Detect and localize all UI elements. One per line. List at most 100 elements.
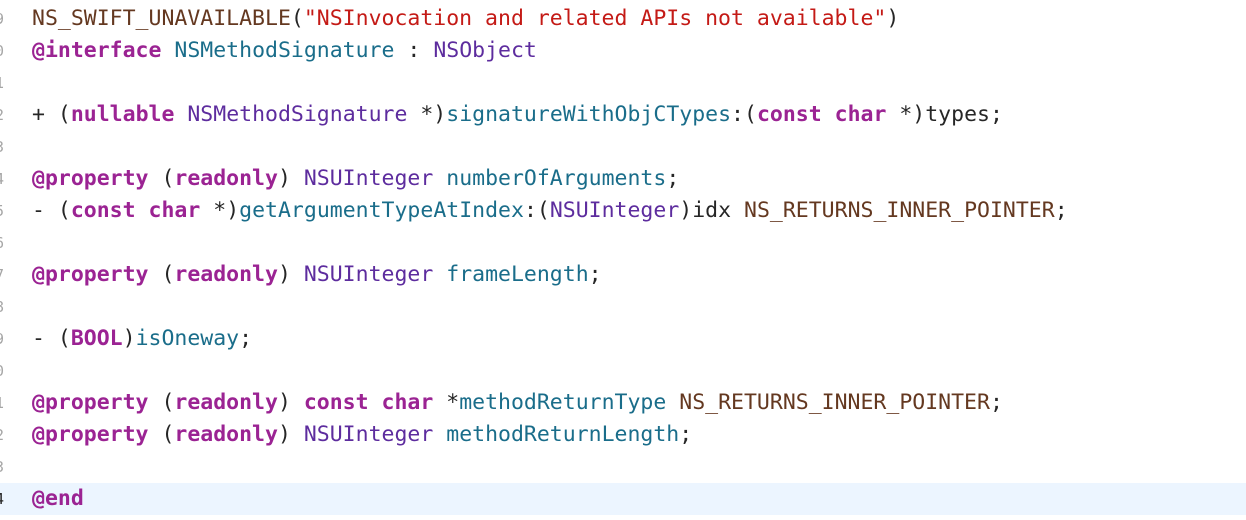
code-token-keyword: @end [32, 486, 84, 511]
line-number: 4 [0, 163, 9, 195]
line-number: 9 [0, 3, 9, 35]
line-number: 6 [0, 227, 9, 259]
code-text[interactable]: @property (readonly) NSUInteger frameLen… [32, 259, 602, 291]
code-token-keyword: char [834, 102, 887, 127]
code-line[interactable]: 3 [0, 131, 1246, 163]
code-token-plain: ( [290, 6, 304, 31]
code-token-keyword: const [70, 198, 136, 223]
code-token-keyword: @property [32, 422, 149, 447]
code-line[interactable]: 1 @property (readonly) const char *method… [0, 387, 1246, 419]
code-token-keyword: readonly [174, 422, 278, 447]
code-line[interactable]: 0 @interface NSMethodSignature : NSObject [0, 35, 1246, 67]
code-text[interactable]: @interface NSMethodSignature : NSObject [32, 35, 537, 67]
code-token-plain: :( [731, 102, 757, 127]
code-text[interactable]: - (const char *)getArgumentTypeAtIndex:(… [32, 195, 1068, 227]
code-token-type: NSObject [433, 38, 537, 63]
code-token-plain: + ( [32, 102, 71, 127]
code-token-type: NSMethodSignature [187, 102, 408, 127]
code-token-plain: ( [148, 422, 175, 447]
code-line[interactable]: 2 @property (readonly) NSUInteger methodR… [0, 419, 1246, 451]
code-token-plain: : [394, 38, 434, 63]
code-token-plain: ( [148, 166, 175, 191]
code-text[interactable]: - (BOOL)isOneway; [32, 323, 252, 355]
code-line[interactable]: 4 @property (readonly) NSUInteger numberO… [0, 163, 1246, 195]
code-token-keyword: readonly [174, 390, 278, 415]
line-number: 5 [0, 195, 9, 227]
code-line[interactable]: 8 [0, 291, 1246, 323]
code-token-plain: ; [239, 326, 253, 351]
code-token-plain: ) [277, 262, 304, 287]
code-token-macro: NS_RETURNS_INNER_POINTER [744, 198, 1055, 223]
code-token-plain: ) [277, 166, 304, 191]
code-token-type: NSUInteger [303, 422, 434, 447]
code-line[interactable]: 0 [0, 355, 1246, 387]
code-token-method: methodReturnLength [446, 422, 680, 447]
code-line[interactable]: 5 - (const char *)getArgumentTypeAtIndex:… [0, 195, 1246, 227]
code-token-keyword: nullable [70, 102, 175, 127]
line-number: 1 [0, 387, 9, 419]
line-number: 8 [0, 291, 9, 323]
line-number: 2 [0, 99, 9, 131]
line-number: 2 [0, 419, 9, 451]
code-line[interactable]: 2 + (nullable NSMethodSignature *)signatu… [0, 99, 1246, 131]
line-number: 9 [0, 323, 9, 355]
code-token-plain: *) [200, 198, 240, 223]
code-token-keyword: @property [32, 390, 149, 415]
code-line[interactable]: 3 [0, 451, 1246, 483]
code-line[interactable]: 9 - (BOOL)isOneway; [0, 323, 1246, 355]
code-token-keyword: @property [32, 166, 149, 191]
code-token-plain: ; [666, 166, 680, 191]
code-line[interactable]: 9 NS_SWIFT_UNAVAILABLE("NSInvocation and … [0, 3, 1246, 35]
code-line[interactable]: 1 [0, 67, 1246, 99]
code-token-keyword: const [303, 390, 369, 415]
code-text[interactable]: @property (readonly) const char *methodR… [32, 387, 1003, 419]
code-token-string: "NSInvocation and related APIs not avail… [303, 6, 887, 31]
code-line[interactable]: 6 [0, 227, 1246, 259]
code-line-current[interactable]: 4 @end [0, 483, 1246, 515]
code-text[interactable]: NS_SWIFT_UNAVAILABLE("NSInvocation and r… [32, 3, 899, 35]
code-editor[interactable]: 9NS_SWIFT_UNAVAILABLE("NSInvocation and … [0, 0, 1246, 520]
code-token-plain: - ( [32, 198, 71, 223]
code-token-method: isOneway [135, 326, 240, 351]
code-token-macro: NS_RETURNS_INNER_POINTER [679, 390, 990, 415]
code-token-plain: ( [148, 262, 175, 287]
code-token-type: NSUInteger [303, 166, 434, 191]
code-token-plain: *) [407, 102, 447, 127]
code-token-keyword: char [148, 198, 201, 223]
code-token-type: NSUInteger [549, 198, 680, 223]
code-token-plain: ) [277, 422, 304, 447]
code-token-keyword: const [756, 102, 822, 127]
line-number: 0 [0, 355, 9, 387]
code-token-plain: ) [886, 6, 900, 31]
line-number: 3 [0, 451, 9, 483]
line-number: 3 [0, 131, 9, 163]
code-token-keyword: @interface [32, 38, 162, 63]
code-token-plain: ) [122, 326, 136, 351]
code-token-keyword: char [381, 390, 434, 415]
code-token-plain: ; [989, 390, 1003, 415]
code-token-keyword: readonly [174, 166, 278, 191]
code-line[interactable]: 7 @property (readonly) NSUInteger frameLe… [0, 259, 1246, 291]
code-text[interactable]: @property (readonly) NSUInteger numberOf… [32, 163, 679, 195]
code-token-plain: ; [679, 422, 693, 447]
code-token-plain: * [433, 390, 460, 415]
code-token-method: frameLength [446, 262, 589, 287]
code-text[interactable]: @end [32, 483, 84, 515]
code-token-macro: NS_SWIFT_UNAVAILABLE [32, 6, 291, 31]
code-token-method: numberOfArguments [446, 166, 667, 191]
code-token-keyword: @property [32, 262, 149, 287]
line-number: 4 [0, 483, 9, 515]
code-text[interactable]: @property (readonly) NSUInteger methodRe… [32, 419, 692, 451]
code-token-plain: *)types; [886, 102, 1003, 127]
code-token-type: NSUInteger [303, 262, 434, 287]
code-text[interactable]: + (nullable NSMethodSignature *)signatur… [32, 99, 1003, 131]
code-token-keyword: readonly [174, 262, 278, 287]
